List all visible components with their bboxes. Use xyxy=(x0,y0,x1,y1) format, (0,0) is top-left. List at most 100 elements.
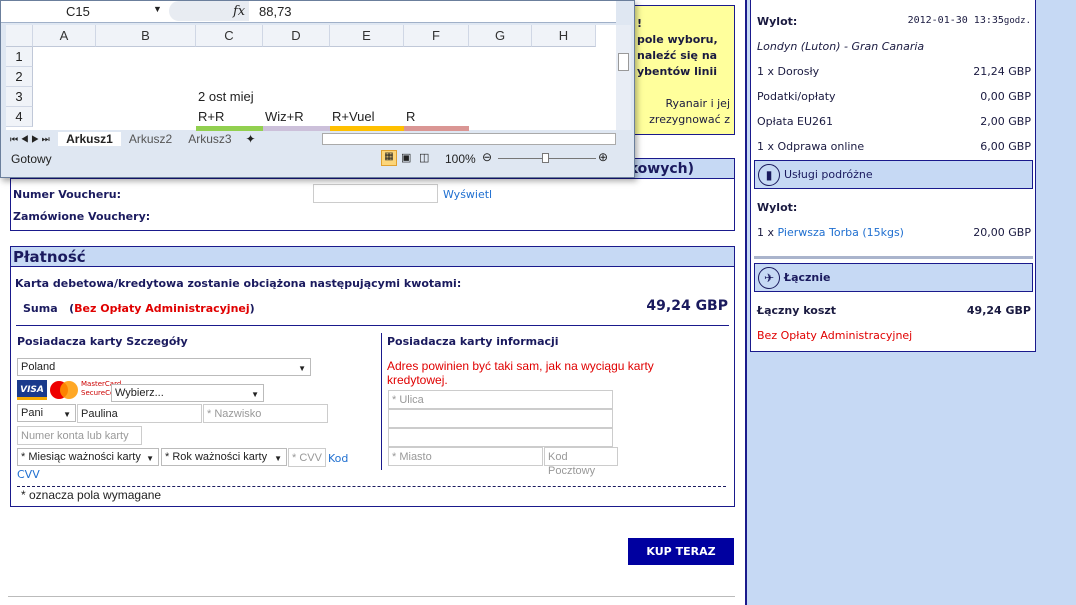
divider xyxy=(17,486,726,487)
cell-d4[interactable]: Wiz+R xyxy=(263,107,304,127)
expiry-year-select[interactable]: * Rok ważności karty ▼ xyxy=(161,448,287,466)
column-header[interactable]: C xyxy=(196,25,263,47)
cvv-help-link[interactable]: Kod xyxy=(328,452,348,465)
address-line-2-input[interactable] xyxy=(388,409,613,428)
visa-logo: VISA xyxy=(17,380,47,400)
page-break-icon[interactable]: ◫ xyxy=(419,151,429,164)
summary-line: 1 x Odprawa online 6,00 GBP xyxy=(757,140,1031,153)
excel-window: C15 ▼ fx 88,73 A B C D E F G H 1 2 3 4 2… xyxy=(0,0,635,178)
normal-view-icon[interactable]: ▦ xyxy=(381,150,397,166)
show-voucher-link[interactable]: Wyświetl xyxy=(443,188,492,201)
cardholder-info-title: Posiadacza karty informacji xyxy=(387,335,559,348)
payment-section: Płatność Karta debetowa/kredytowa zostan… xyxy=(10,246,735,507)
sheet-nav-icons[interactable]: ⏮ ◀ ▶ ⏭ xyxy=(6,134,58,145)
new-sheet-icon[interactable]: ✦ xyxy=(240,132,262,146)
departure-unit: godz. xyxy=(1003,16,1031,26)
summary-line: 1 x Dorosły 21,24 GBP xyxy=(757,65,1031,78)
page-layout-icon[interactable]: ▣ xyxy=(401,151,411,164)
address-note: Adres powinien być taki sam, jak na wyci… xyxy=(387,359,654,387)
sum-value: 49,24 GBP xyxy=(646,298,728,314)
street-input[interactable]: * Ulica xyxy=(388,390,613,409)
airplane-icon: ✈ xyxy=(758,266,780,289)
title-select[interactable]: Pani ▼ xyxy=(17,404,76,422)
total-header: ✈ Łącznie xyxy=(754,263,1033,292)
cvv-input[interactable]: * CVV xyxy=(288,448,326,467)
country-select[interactable]: Poland ▼ xyxy=(17,358,311,376)
name-box[interactable]: C15 xyxy=(66,4,90,19)
select-all[interactable] xyxy=(6,25,33,47)
row-header[interactable]: 3 xyxy=(6,87,33,107)
address-line-3-input[interactable] xyxy=(388,428,613,447)
zoom-level[interactable]: 100% xyxy=(445,152,476,166)
cell-f4[interactable]: R xyxy=(404,107,415,127)
postcode-input[interactable]: Kod Pocztowy xyxy=(544,447,618,477)
route: Londyn (Luton) - Gran Canaria xyxy=(757,40,925,53)
card-type-select[interactable]: Wybierz... ▼ xyxy=(111,384,264,402)
total-value: 49,24 GBP xyxy=(966,304,1031,317)
footer-divider xyxy=(8,596,735,597)
chevron-down-icon[interactable]: ▼ xyxy=(153,4,162,14)
row-header[interactable]: 1 xyxy=(6,47,33,67)
summary-line: Podatki/opłaty 0,00 GBP xyxy=(757,90,1031,103)
column-header[interactable]: G xyxy=(469,25,532,47)
bag-link[interactable]: Pierwsza Torba (15kgs) xyxy=(778,226,904,239)
chevron-down-icon: ▼ xyxy=(63,410,71,419)
total-note: Bez Opłaty Administracyjnej xyxy=(757,329,913,342)
divider xyxy=(754,256,1033,259)
divider xyxy=(16,325,729,326)
column-header[interactable]: F xyxy=(404,25,469,47)
row-header[interactable]: 2 xyxy=(6,67,33,87)
ordered-vouchers-label: Zamówione Vouchery: xyxy=(13,210,151,223)
cvv-help-link-2[interactable]: CVV xyxy=(17,468,40,481)
payment-title: Płatność xyxy=(11,247,734,267)
tab-arkusz3[interactable]: Arkusz3 xyxy=(180,132,239,146)
services-departure-label: Wylot: xyxy=(757,201,798,214)
city-input[interactable]: * Miasto xyxy=(388,447,543,466)
cell-c4[interactable]: R+R xyxy=(196,107,224,127)
luggage-icon: ▮ xyxy=(758,163,780,186)
column-header[interactable]: A xyxy=(33,25,96,47)
expiry-month-select[interactable]: * Miesiąc ważności karty ▼ xyxy=(17,448,159,466)
cell-c3[interactable]: 2 ost miej xyxy=(196,87,254,107)
column-header[interactable]: E xyxy=(330,25,404,47)
departure-date: 2012-01-30 13:35 xyxy=(907,15,1004,26)
buy-now-button[interactable]: KUP TERAZ xyxy=(628,538,734,565)
formula-bar[interactable]: 88,73 xyxy=(259,4,292,19)
tab-arkusz1[interactable]: Arkusz1 xyxy=(58,132,121,146)
chevron-down-icon: ▼ xyxy=(274,454,282,463)
voucher-number-label: Numer Voucheru: xyxy=(13,188,121,201)
function-icon[interactable]: fx xyxy=(233,4,245,19)
cardholder-details-title: Posiadacza karty Szczegóły xyxy=(17,335,188,348)
zoom-slider-handle[interactable] xyxy=(542,153,549,163)
sum-label: Suma xyxy=(23,302,58,315)
cell-e4[interactable]: R+Vuel xyxy=(330,107,375,127)
sheet-tabs: ⏮ ◀ ▶ ⏭ Arkusz1 Arkusz2 Arkusz3 ✦ xyxy=(6,131,616,147)
column-header[interactable]: H xyxy=(532,25,596,47)
row-header[interactable]: 4 xyxy=(6,107,33,127)
booking-summary: Wylot: 2012-01-30 13:35godz. Londyn (Luto… xyxy=(750,0,1036,352)
voucher-number-input[interactable] xyxy=(313,184,438,203)
chevron-down-icon: ▼ xyxy=(251,390,259,399)
zoom-out-icon[interactable]: ⊖ xyxy=(482,150,492,164)
summary-line: Opłata EU261 2,00 GBP xyxy=(757,115,1031,128)
spreadsheet-grid[interactable]: A B C D E F G H 1 2 3 4 2 ost miej R+R W… xyxy=(6,25,616,131)
divider xyxy=(381,333,382,470)
tab-arkusz2[interactable]: Arkusz2 xyxy=(121,132,180,146)
vertical-scrollbar[interactable] xyxy=(616,25,631,130)
payment-intro: Karta debetowa/kredytowa zostanie obciąż… xyxy=(15,277,462,290)
zoom-in-icon[interactable]: ⊕ xyxy=(598,150,608,164)
departure-label: Wylot: xyxy=(757,15,798,28)
mastercard-logo xyxy=(48,380,80,400)
card-logos: VISA MasterCard SecureCode xyxy=(17,380,123,400)
securecode-logo: MasterCard SecureCode xyxy=(81,380,123,397)
column-header[interactable]: D xyxy=(263,25,330,47)
column-header[interactable]: B xyxy=(96,25,196,47)
services-header: ▮ Usługi podróżne xyxy=(754,160,1033,189)
account-number-input[interactable]: Numer konta lub karty xyxy=(17,426,142,445)
horizontal-scrollbar[interactable] xyxy=(321,133,616,145)
first-name-input[interactable]: Paulina xyxy=(77,404,202,423)
sum-note: Bez Opłaty Administracyjnej xyxy=(74,302,250,315)
surname-input[interactable]: * Nazwisko xyxy=(203,404,328,423)
chevron-down-icon: ▼ xyxy=(298,364,306,373)
required-note: * oznacza pola wymagane xyxy=(21,488,162,502)
